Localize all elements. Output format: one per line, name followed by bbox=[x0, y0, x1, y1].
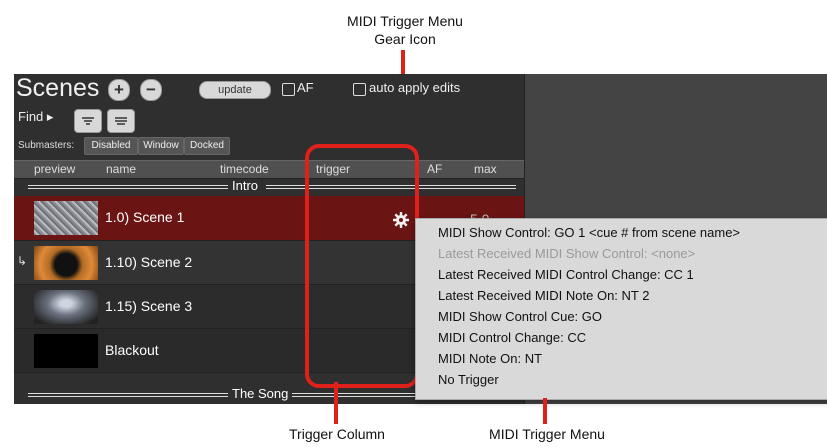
scene-thumbnail bbox=[34, 246, 98, 280]
column-name[interactable]: name bbox=[106, 162, 136, 176]
gear-callout-line2: Gear Icon bbox=[374, 31, 436, 47]
group-label-the-song: The Song bbox=[232, 386, 289, 401]
column-preview[interactable]: preview bbox=[34, 162, 75, 176]
scene-name: 1.0) Scene 1 bbox=[105, 209, 185, 225]
trigger-column-callout-line bbox=[334, 382, 338, 424]
menu-callout: MIDI Trigger Menu bbox=[489, 426, 605, 442]
filter-button-1[interactable] bbox=[74, 109, 102, 133]
update-button[interactable]: update bbox=[199, 81, 271, 99]
menu-item-latest-note[interactable]: Latest Received MIDI Note On: NT 2 bbox=[438, 288, 649, 303]
auto-apply-checkbox[interactable] bbox=[353, 83, 366, 96]
scene-thumbnail bbox=[34, 290, 98, 324]
link-marker: ↳ bbox=[17, 254, 28, 268]
submasters-label: Submasters: bbox=[18, 140, 75, 151]
trigger-column-highlight bbox=[305, 144, 419, 388]
menu-item-latest-cc[interactable]: Latest Received MIDI Control Change: CC … bbox=[438, 267, 694, 282]
midi-trigger-menu: MIDI Show Control: GO 1 <cue # from scen… bbox=[415, 218, 827, 400]
menu-item-no-trigger[interactable]: No Trigger bbox=[438, 372, 499, 387]
menu-item-note-on[interactable]: MIDI Note On: NT bbox=[438, 351, 542, 366]
auto-apply-label: auto apply edits bbox=[369, 80, 461, 95]
group-divider-intro: Intro bbox=[14, 178, 524, 194]
scene-name: 1.10) Scene 2 bbox=[105, 254, 193, 270]
menu-item-latest-msc: Latest Received MIDI Show Control: <none… bbox=[438, 246, 696, 261]
add-scene-button[interactable]: + bbox=[108, 79, 130, 101]
column-header-row: preview name timecode trigger AF max bbox=[14, 160, 524, 179]
af-checkbox[interactable] bbox=[282, 83, 295, 96]
menu-callout-line bbox=[543, 398, 547, 424]
group-label-intro: Intro bbox=[232, 178, 259, 193]
gear-icon-callout: MIDI Trigger Menu Gear Icon bbox=[330, 12, 480, 48]
menu-item-control-change[interactable]: MIDI Control Change: CC bbox=[438, 330, 586, 345]
gear-icon[interactable] bbox=[393, 212, 409, 228]
scene-name: 1.15) Scene 3 bbox=[105, 298, 193, 314]
column-timecode[interactable]: timecode bbox=[220, 162, 269, 176]
gear-callout-line1: MIDI Trigger Menu bbox=[347, 13, 463, 29]
column-af[interactable]: AF bbox=[427, 162, 442, 176]
submasters-disabled-button[interactable]: Disabled bbox=[84, 137, 138, 155]
scene-name: Blackout bbox=[105, 342, 159, 358]
find-toggle[interactable]: Find ▸ bbox=[18, 109, 53, 125]
panel-title: Scenes bbox=[16, 74, 100, 102]
menu-item-msc-go[interactable]: MIDI Show Control: GO 1 <cue # from scen… bbox=[438, 225, 740, 240]
af-label: AF bbox=[297, 80, 314, 95]
menu-item-msc-cue[interactable]: MIDI Show Control Cue: GO bbox=[438, 309, 602, 324]
scene-thumbnail bbox=[34, 334, 98, 368]
filter-button-2[interactable] bbox=[107, 109, 135, 133]
submasters-window-button[interactable]: Window bbox=[138, 137, 184, 155]
filter-icon bbox=[82, 117, 94, 125]
scene-thumbnail bbox=[34, 201, 98, 235]
remove-scene-button[interactable]: − bbox=[140, 79, 162, 101]
trigger-column-callout: Trigger Column bbox=[289, 426, 385, 442]
sort-icon bbox=[115, 117, 127, 125]
column-max[interactable]: max bbox=[474, 162, 497, 176]
submasters-docked-button[interactable]: Docked bbox=[184, 137, 230, 155]
